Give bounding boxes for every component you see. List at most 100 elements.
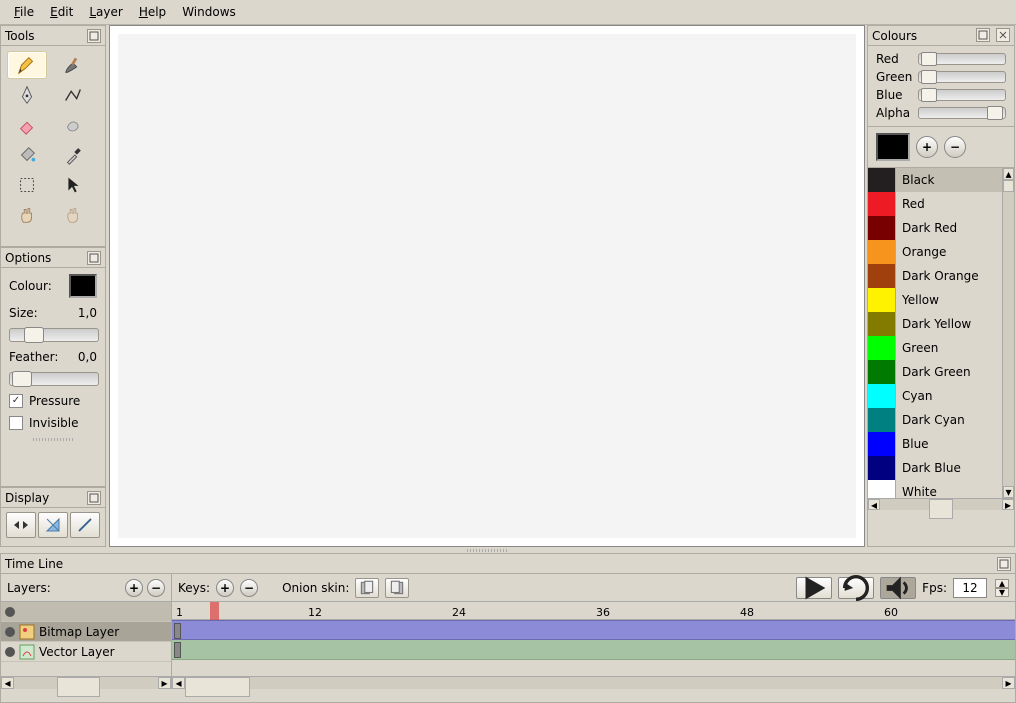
colour-item[interactable]: Dark Cyan	[868, 408, 1002, 432]
current-colour-swatch[interactable]	[876, 133, 910, 161]
colour-name: Red	[896, 197, 925, 211]
display-title: Display	[5, 491, 85, 505]
colour-item[interactable]: Green	[868, 336, 1002, 360]
colour-item[interactable]: Red	[868, 192, 1002, 216]
fps-down[interactable]: ▾	[995, 588, 1009, 597]
timeline-hscroll[interactable]: ◂▸	[172, 676, 1015, 689]
colour-name: Cyan	[896, 389, 932, 403]
select-tool[interactable]	[7, 171, 47, 199]
loop-button[interactable]	[838, 577, 874, 599]
bucket-tool[interactable]	[7, 141, 47, 169]
scroll-up-arrow[interactable]: ▴	[1003, 168, 1014, 180]
colour-swatch-icon	[868, 408, 896, 432]
smudge-tool[interactable]	[53, 111, 93, 139]
red-slider[interactable]	[918, 53, 1006, 65]
menu-windows[interactable]: Windows	[174, 2, 244, 22]
add-key-button[interactable]: +	[216, 579, 234, 597]
size-slider[interactable]	[9, 328, 99, 342]
sound-button[interactable]	[880, 577, 916, 599]
green-slider[interactable]	[918, 71, 1006, 83]
colour-item[interactable]: Black	[868, 168, 1002, 192]
colour-vscroll[interactable]: ▴ ▾	[1002, 168, 1014, 498]
colour-swatch-icon	[868, 168, 896, 192]
layers-hscroll[interactable]: ◂▸	[1, 676, 171, 689]
add-layer-button[interactable]: +	[125, 579, 143, 597]
alpha-slider[interactable]	[918, 107, 1006, 119]
hand-tool[interactable]	[7, 201, 47, 229]
eraser-tool[interactable]	[7, 111, 47, 139]
remove-key-button[interactable]: −	[240, 579, 258, 597]
tools-title: Tools	[5, 29, 85, 43]
fps-input[interactable]	[953, 578, 987, 598]
colour-label: Colour:	[9, 279, 52, 293]
layer-name-vector: Vector Layer	[39, 645, 115, 659]
remove-layer-button[interactable]: −	[147, 579, 165, 597]
colour-item[interactable]: Dark Green	[868, 360, 1002, 384]
onion-next-button[interactable]	[385, 578, 409, 598]
colour-item[interactable]: Cyan	[868, 384, 1002, 408]
colour-swatch-icon	[868, 312, 896, 336]
track-bitmap[interactable]	[172, 620, 1015, 640]
menu-edit[interactable]: Edit	[42, 2, 81, 22]
colour-swatch-icon	[868, 480, 896, 498]
canvas-area[interactable]	[109, 25, 865, 547]
blue-label: Blue	[876, 88, 914, 102]
eyedropper-tool[interactable]	[53, 141, 93, 169]
mirror-h-button[interactable]	[6, 512, 36, 538]
colour-item[interactable]: Dark Red	[868, 216, 1002, 240]
thin-lines-button[interactable]	[70, 512, 100, 538]
add-colour-button[interactable]: +	[916, 136, 938, 158]
layer-row-bitmap[interactable]: Bitmap Layer	[1, 622, 171, 642]
move-tool[interactable]	[53, 171, 93, 199]
options-grip[interactable]	[1, 436, 105, 442]
feather-slider[interactable]	[9, 372, 99, 386]
options-dock-icon[interactable]	[87, 251, 101, 265]
colour-item[interactable]: Dark Orange	[868, 264, 1002, 288]
pressure-checkbox[interactable]	[9, 394, 23, 408]
size-value: 1,0	[78, 306, 97, 320]
colour-hscroll[interactable]: ◂▸	[868, 498, 1014, 510]
colour-swatch[interactable]	[69, 274, 97, 298]
brush-tool[interactable]	[53, 51, 93, 79]
options-title: Options	[5, 251, 85, 265]
colour-item[interactable]: White	[868, 480, 1002, 498]
display-panel: Display	[0, 487, 106, 547]
pen-tool[interactable]	[7, 81, 47, 109]
canvas[interactable]	[118, 34, 856, 538]
colours-close-icon[interactable]	[996, 28, 1010, 42]
tools-dock-icon[interactable]	[87, 29, 101, 43]
menu-help[interactable]: Help	[131, 2, 174, 22]
play-button[interactable]	[796, 577, 832, 599]
fps-label: Fps:	[922, 581, 947, 595]
colour-swatch-icon	[868, 336, 896, 360]
colour-item[interactable]: Dark Yellow	[868, 312, 1002, 336]
invisible-checkbox[interactable]	[9, 416, 23, 430]
colours-dock-icon[interactable]	[976, 28, 990, 42]
layer-row-vector[interactable]: Vector Layer	[1, 642, 171, 662]
scroll-down-arrow[interactable]: ▾	[1003, 486, 1014, 498]
remove-colour-button[interactable]: −	[944, 136, 966, 158]
zoom-tool[interactable]	[53, 201, 93, 229]
keys-label: Keys:	[178, 581, 210, 595]
timeline-tracks[interactable]	[172, 620, 1015, 676]
colour-name: Dark Orange	[896, 269, 979, 283]
display-dock-icon[interactable]	[87, 491, 101, 505]
colour-swatch-icon	[868, 432, 896, 456]
track-vector[interactable]	[172, 640, 1015, 660]
current-frame-indicator[interactable]	[210, 602, 219, 620]
blue-slider[interactable]	[918, 89, 1006, 101]
menu-layer[interactable]: Layer	[81, 2, 130, 22]
colour-item[interactable]: Dark Blue	[868, 456, 1002, 480]
menu-file[interactable]: File	[6, 2, 42, 22]
polyline-tool[interactable]	[53, 81, 93, 109]
timeline-ruler[interactable]: 11224364860	[172, 602, 1015, 620]
colour-name: Dark Red	[896, 221, 957, 235]
colour-item[interactable]: Orange	[868, 240, 1002, 264]
onion-prev-button[interactable]	[355, 578, 379, 598]
colour-item[interactable]: Yellow	[868, 288, 1002, 312]
pencil-tool[interactable]	[7, 51, 47, 79]
mirror-v-button[interactable]	[38, 512, 68, 538]
colour-item[interactable]: Blue	[868, 432, 1002, 456]
timeline-dock-icon[interactable]	[997, 557, 1011, 571]
colour-swatch-icon	[868, 240, 896, 264]
